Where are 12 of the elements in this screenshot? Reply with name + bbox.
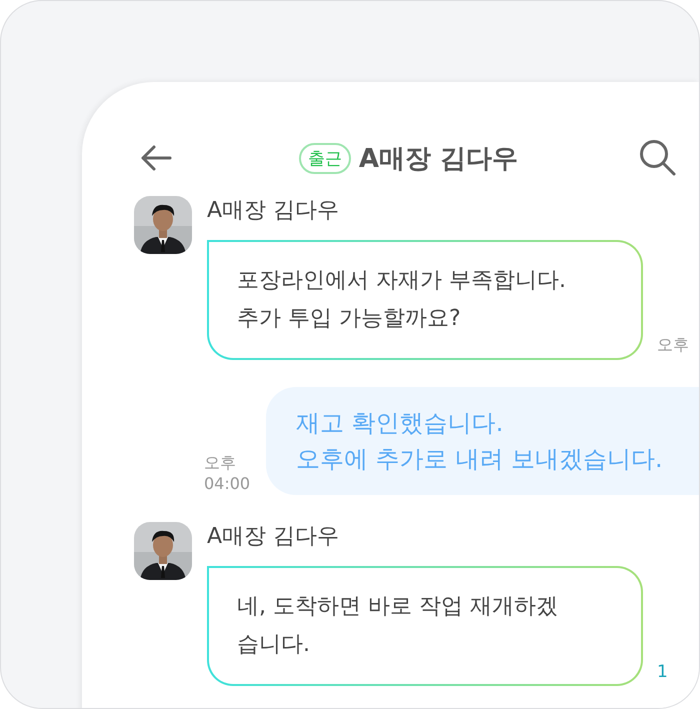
sender-name: A매장 김다우	[207, 523, 340, 551]
message-bubble: 재고 확인했습니다. 오후에 추가로 내려 보내겠습니다.	[266, 387, 699, 495]
search-icon[interactable]	[639, 139, 677, 177]
chat-title: A매장 김다우	[358, 142, 518, 176]
status-badge: 출근	[298, 142, 351, 174]
message-time: 오후	[657, 335, 689, 356]
message-time: 오후 04:00	[204, 453, 250, 495]
message-bubble: 네, 도착하면 바로 작업 재개하겠 습니다.	[207, 566, 643, 686]
sender-name: A매장 김다우	[207, 197, 340, 225]
unread-count: 1	[657, 662, 668, 682]
message-bubble: 포장라인에서 자재가 부족합니다. 추가 투입 가능할까요?	[207, 240, 643, 360]
back-arrow-icon[interactable]	[140, 144, 172, 172]
